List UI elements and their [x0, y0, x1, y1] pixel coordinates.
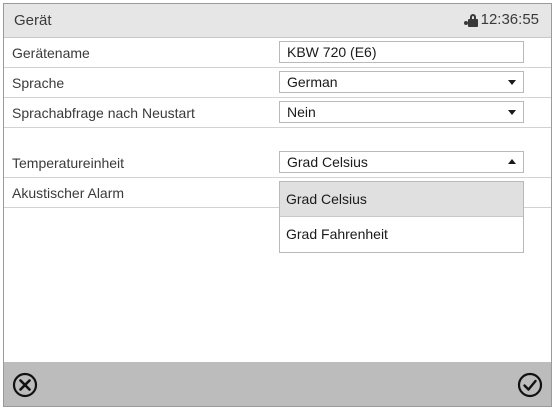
row-label: Akustischer Alarm [12, 185, 125, 201]
lock-icon [463, 13, 478, 27]
language-select[interactable]: German [279, 71, 524, 93]
row-device-name: Gerätename KBW 720 (E6) [4, 38, 551, 68]
temperature-unit-dropdown: Grad Celsius Grad Fahrenheit [279, 181, 524, 253]
dropdown-option-celsius[interactable]: Grad Celsius [280, 182, 523, 217]
select-value: Grad Celsius [287, 154, 368, 170]
row-label: Gerätename [12, 45, 90, 61]
temperature-unit-select[interactable]: Grad Celsius [279, 151, 524, 173]
header-bar: Gerät 12:36:55 [4, 4, 551, 38]
row-label: Temperatureinheit [12, 155, 125, 171]
select-value: Nein [287, 104, 316, 120]
chevron-down-icon [508, 80, 516, 85]
row-label: Sprachabfrage nach Neustart [12, 105, 195, 121]
row-language: Sprache German [4, 68, 551, 98]
row-language-prompt: Sprachabfrage nach Neustart Nein [4, 98, 551, 128]
dropdown-option-fahrenheit[interactable]: Grad Fahrenheit [280, 217, 523, 252]
language-prompt-select[interactable]: Nein [279, 101, 524, 123]
row-temperature-unit: Temperatureinheit Grad Celsius [4, 148, 551, 178]
select-value: German [287, 74, 338, 90]
status-area: 12:36:55 [463, 11, 539, 28]
clock: 12:36:55 [480, 11, 539, 28]
chevron-down-icon [508, 110, 516, 115]
field-value: KBW 720 (E6) [287, 44, 377, 60]
footer-bar [4, 362, 551, 406]
device-settings-screen: Gerät 12:36:55 Gerätename KBW 720 (E6) S… [3, 3, 552, 407]
chevron-up-icon [508, 159, 516, 164]
device-name-field[interactable]: KBW 720 (E6) [279, 41, 524, 63]
row-label: Sprache [12, 75, 65, 91]
cancel-icon[interactable] [12, 372, 38, 398]
confirm-icon[interactable] [517, 372, 543, 398]
page-title: Gerät [14, 12, 52, 29]
